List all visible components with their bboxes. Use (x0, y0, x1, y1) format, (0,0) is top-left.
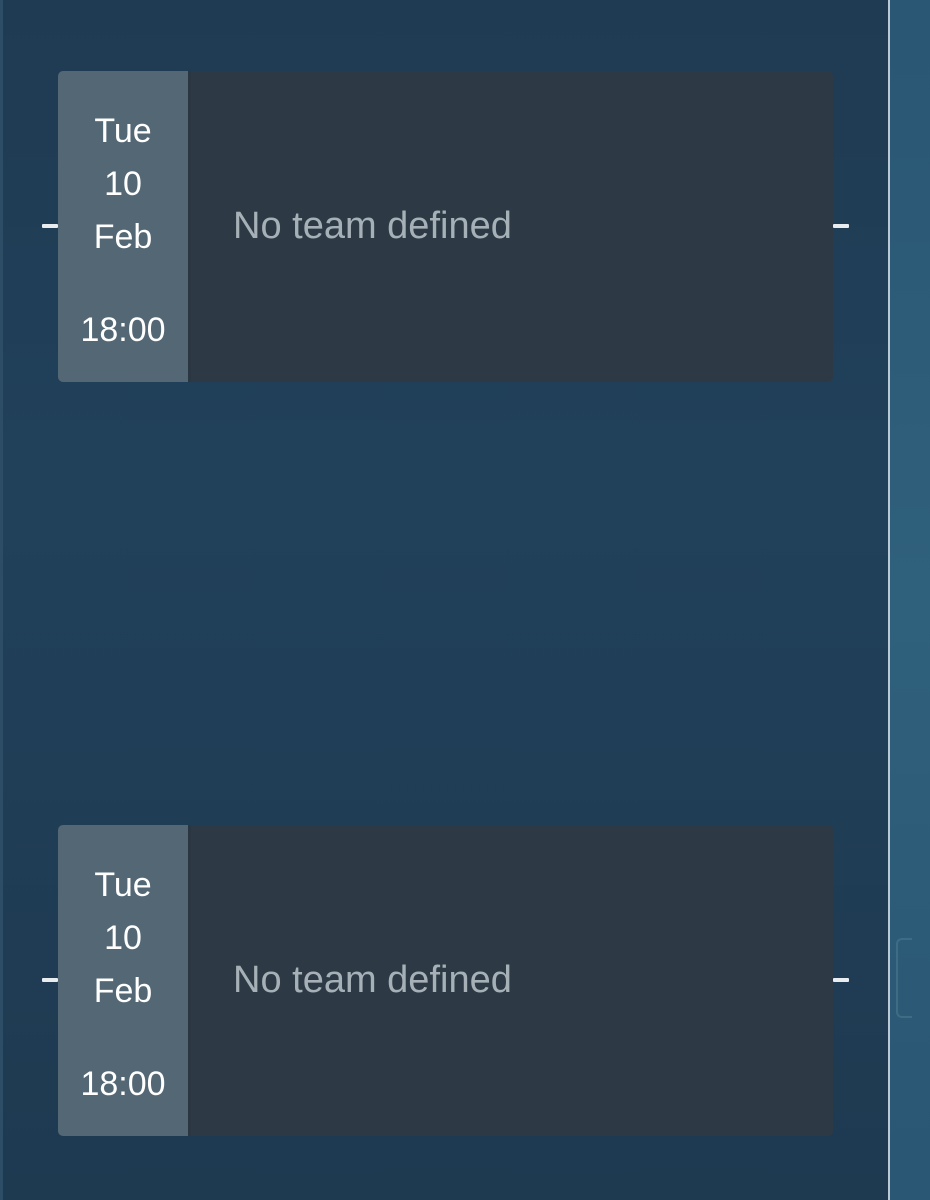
team-placeholder-text: No team defined (233, 959, 512, 1001)
match-day: Tue (94, 866, 152, 904)
bracket-connector-left (42, 978, 58, 982)
bracket-page: Tue 10 Feb 18:00 No team defined Tue 10 … (0, 0, 930, 1200)
match-date-block: Tue 10 Feb 18:00 (58, 825, 191, 1136)
match-team-slot[interactable]: No team defined (191, 71, 833, 382)
match-card[interactable]: Tue 10 Feb 18:00 No team defined (58, 71, 833, 382)
match-month: Feb (93, 218, 153, 256)
team-placeholder-text: No team defined (233, 205, 512, 247)
next-round-slot-outline (896, 938, 912, 1018)
match-date: 10 (104, 165, 142, 203)
match-date-block: Tue 10 Feb 18:00 (58, 71, 191, 382)
bracket-connector-left (42, 224, 58, 228)
match-date: 10 (104, 919, 142, 957)
match-time: 18:00 (80, 1065, 166, 1103)
next-round-panel (890, 0, 930, 1200)
bracket-connector-right (833, 978, 849, 982)
match-team-slot[interactable]: No team defined (191, 825, 833, 1136)
match-month: Feb (93, 972, 153, 1010)
bracket-connector-right (833, 224, 849, 228)
match-day: Tue (94, 112, 152, 150)
match-time: 18:00 (80, 311, 166, 349)
match-card[interactable]: Tue 10 Feb 18:00 No team defined (58, 825, 833, 1136)
